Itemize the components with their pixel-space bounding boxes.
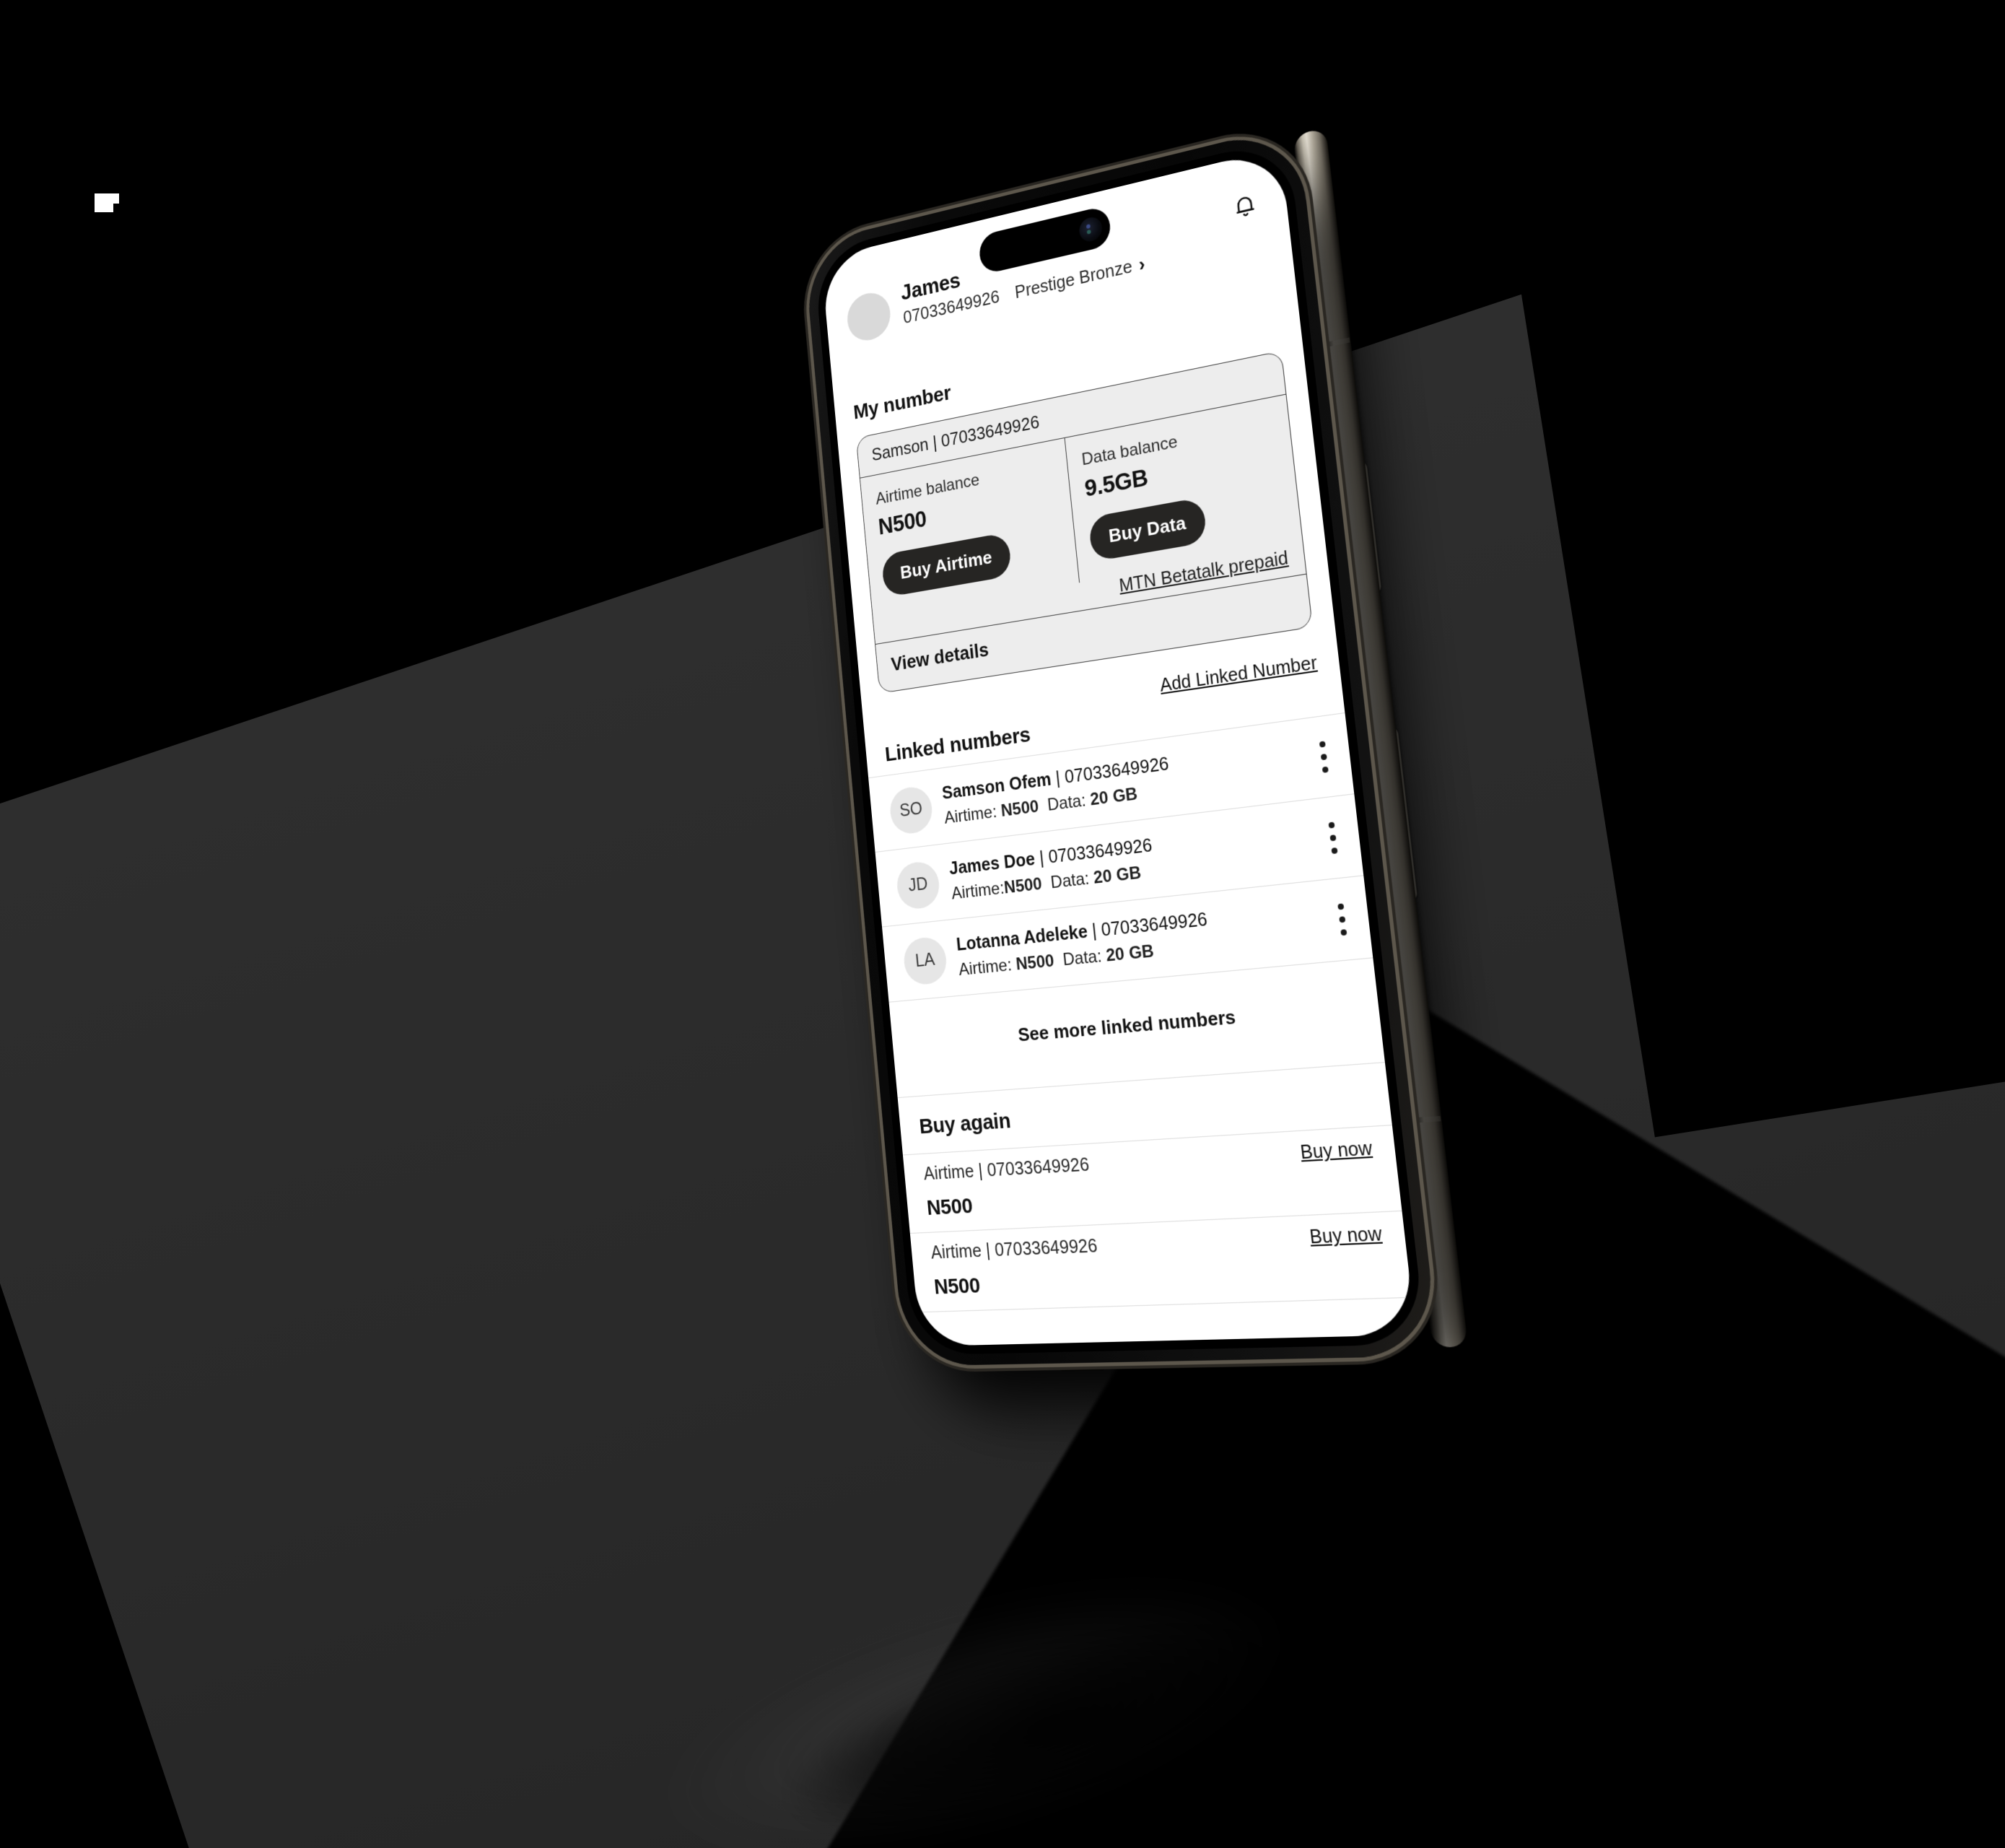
plan-link[interactable]: MTN Betatalk prepaid	[1118, 548, 1289, 597]
chevron-right-icon[interactable]: ›	[1137, 253, 1146, 275]
buy-again-title: Buy again	[918, 1109, 1012, 1139]
airtime-value: N500	[1002, 873, 1043, 897]
kebab-menu-icon[interactable]	[1337, 902, 1347, 936]
kebab-menu-icon[interactable]	[1319, 740, 1329, 773]
buy-now-link[interactable]: Buy now	[1299, 1138, 1373, 1164]
buy-now-link[interactable]: Buy now	[1309, 1224, 1383, 1249]
data-value: 20 GB	[1105, 941, 1155, 966]
data-label: Data:	[1049, 868, 1095, 892]
avatar: SO	[888, 784, 935, 836]
front-camera-icon	[1078, 214, 1104, 244]
data-value: 20 GB	[1089, 783, 1139, 809]
airtime-label: Airtime:	[951, 878, 1005, 903]
avatar: LA	[901, 935, 948, 986]
buy-airtime-button[interactable]: Buy Airtime	[881, 532, 1013, 598]
data-value: 20 GB	[1092, 862, 1143, 888]
buy-again-amount: N500	[932, 1273, 982, 1299]
linked-name: James Doe	[948, 848, 1036, 879]
linked-phone: 07033649926	[1063, 753, 1170, 788]
airtime-value: N500	[1015, 951, 1055, 974]
scene: James 07033649926 Prestige Bronze › My n…	[0, 0, 2005, 1848]
data-label: Data:	[1062, 945, 1107, 969]
buy-data-button[interactable]: Buy Data	[1088, 497, 1208, 562]
add-linked-number-link[interactable]: Add Linked Number	[1159, 653, 1318, 697]
airtime-label: Airtime:	[943, 801, 1002, 828]
avatar[interactable]	[845, 288, 893, 345]
linked-phone: 07033649926	[1100, 908, 1209, 941]
phone-mockup: James 07033649926 Prestige Bronze › My n…	[803, 123, 1469, 1371]
kebab-menu-icon[interactable]	[1327, 821, 1338, 854]
bell-icon[interactable]	[1231, 191, 1259, 224]
image-artifact-square	[95, 193, 119, 212]
airtime-value: N500	[1000, 796, 1040, 821]
data-label: Data:	[1046, 790, 1091, 815]
linked-phone: 07033649926	[1047, 834, 1153, 868]
avatar: JD	[895, 859, 941, 910]
airtime-label: Airtime:	[958, 954, 1017, 980]
buy-again-label: Airtime | 07033649926	[922, 1154, 1091, 1185]
